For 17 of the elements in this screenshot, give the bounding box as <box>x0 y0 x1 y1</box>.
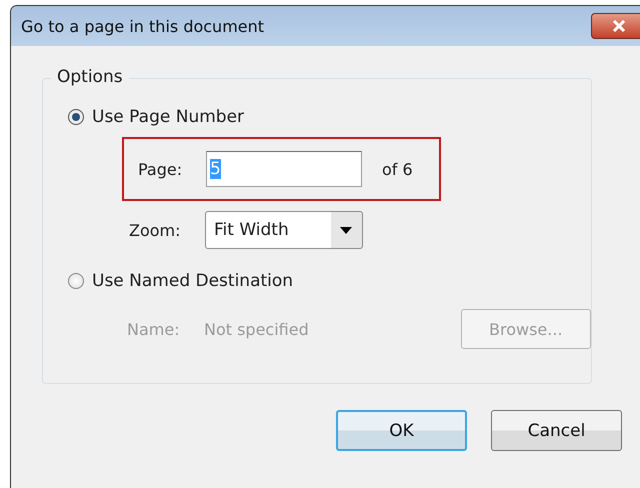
page-count: of 6 <box>382 160 413 178</box>
group-title: Options <box>51 67 129 87</box>
name-value: Not specified <box>204 320 310 338</box>
close-button[interactable] <box>591 13 640 39</box>
name-label: Name: <box>127 320 181 338</box>
page-label: Page: <box>138 160 184 178</box>
zoom-label: Zoom: <box>129 220 182 240</box>
zoom-dropdown[interactable]: Fit Width <box>205 211 363 249</box>
radio-label[interactable]: Use Named Destination <box>92 271 294 291</box>
radio-button[interactable] <box>68 109 84 125</box>
radio-label[interactable]: Use Page Number <box>92 107 244 127</box>
cancel-button[interactable]: Cancel <box>491 410 622 451</box>
window-title: Go to a page in this document <box>21 16 264 36</box>
ok-button[interactable]: OK <box>336 410 467 451</box>
close-icon <box>612 20 626 32</box>
radio-button[interactable] <box>68 273 84 289</box>
caret-icon <box>340 226 352 234</box>
